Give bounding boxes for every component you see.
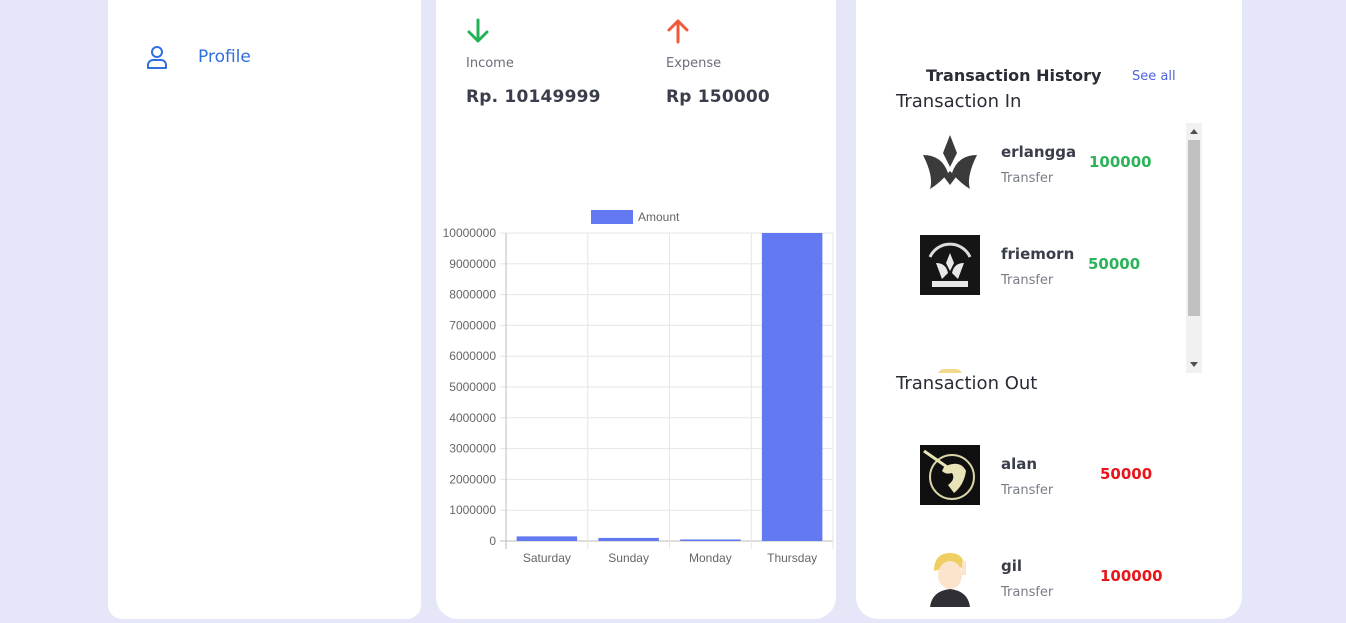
transaction-name: gil bbox=[1001, 557, 1023, 575]
bar-thursday bbox=[761, 233, 823, 541]
scroll-up-icon[interactable] bbox=[1190, 129, 1198, 134]
scrollbar-thumb[interactable] bbox=[1188, 140, 1200, 316]
transaction-name: alan bbox=[1001, 455, 1038, 473]
transaction-history-title: Transaction History bbox=[926, 66, 1102, 85]
sidebar: Profile bbox=[108, 0, 421, 619]
transaction-amount: 50000 bbox=[1088, 255, 1141, 273]
dashboard-card: Income Rp. 10149999 Expense Rp 150000 Am… bbox=[436, 0, 836, 619]
income-value: Rp. 10149999 bbox=[466, 87, 601, 107]
transaction-amount: 50000 bbox=[1100, 465, 1153, 483]
transaction-out-item[interactable]: alan Transfer 50000 bbox=[920, 445, 1180, 505]
transaction-type: Transfer bbox=[1001, 585, 1054, 600]
bar-saturday bbox=[516, 536, 578, 541]
scroll-down-icon[interactable] bbox=[1190, 362, 1198, 367]
legend-label: Amount bbox=[638, 210, 680, 224]
y-tick-label: 0 bbox=[489, 534, 496, 548]
income-label: Income bbox=[466, 56, 514, 71]
x-tick-label: Saturday bbox=[523, 551, 571, 565]
bar-monday bbox=[680, 539, 741, 541]
transaction-amount: 100000 bbox=[1089, 153, 1152, 171]
x-tick-label: Monday bbox=[689, 551, 732, 565]
y-tick-label: 9000000 bbox=[449, 257, 496, 271]
amount-bar-chart: Amount 0 1000000 2000000 3000000 4000000 50000… bbox=[443, 210, 834, 565]
sidebar-item-label: Profile bbox=[198, 47, 251, 67]
legend-swatch bbox=[591, 210, 633, 224]
avatar bbox=[920, 235, 980, 295]
income-summary: Income Rp. 10149999 bbox=[466, 18, 601, 107]
avatar bbox=[920, 133, 980, 193]
transaction-in-item[interactable]: erlangga Transfer 100000 bbox=[920, 133, 1180, 193]
avatar bbox=[920, 445, 980, 505]
transaction-in-item[interactable]: friemorn Transfer 50000 bbox=[920, 235, 1180, 295]
x-tick-label: Sunday bbox=[608, 551, 649, 565]
transaction-name: friemorn bbox=[1001, 245, 1075, 263]
y-tick-label: 2000000 bbox=[449, 472, 496, 486]
arrow-up-icon bbox=[667, 19, 689, 44]
bar-sunday bbox=[598, 537, 659, 541]
y-tick-label: 5000000 bbox=[449, 380, 496, 394]
transaction-history-card: Transaction History See all Transaction … bbox=[856, 0, 1242, 619]
y-tick-label: 10000000 bbox=[443, 226, 497, 240]
sidebar-item-profile[interactable]: Profile bbox=[146, 45, 251, 69]
y-tick-label: 6000000 bbox=[449, 349, 496, 363]
transaction-in-list[interactable]: erlangga Transfer 100000 friemorn Transf… bbox=[896, 123, 1202, 373]
y-tick-label: 1000000 bbox=[449, 503, 496, 517]
expense-label: Expense bbox=[666, 56, 722, 71]
y-tick-label: 8000000 bbox=[449, 288, 496, 302]
transaction-type: Transfer bbox=[1001, 483, 1054, 498]
user-icon bbox=[147, 46, 167, 69]
see-all-link[interactable]: See all bbox=[1132, 69, 1176, 84]
y-tick-label: 7000000 bbox=[449, 318, 496, 332]
transaction-type: Transfer bbox=[1001, 171, 1054, 186]
y-tick-label: 3000000 bbox=[449, 442, 496, 456]
expense-summary: Expense Rp 150000 bbox=[666, 18, 770, 107]
y-tick-label: 4000000 bbox=[449, 411, 496, 425]
transaction-in-title: Transaction In bbox=[896, 91, 1022, 112]
transaction-out-item[interactable]: gil Transfer 100000 bbox=[920, 547, 1180, 607]
arrow-down-icon bbox=[467, 18, 489, 43]
transaction-amount: 100000 bbox=[1100, 567, 1163, 585]
avatar bbox=[920, 547, 980, 607]
transaction-out-title: Transaction Out bbox=[896, 373, 1038, 394]
expense-value: Rp 150000 bbox=[666, 87, 770, 107]
transaction-name: erlangga bbox=[1001, 143, 1077, 161]
scrollbar[interactable] bbox=[1186, 123, 1202, 373]
x-tick-label: Thursday bbox=[767, 551, 817, 565]
transaction-type: Transfer bbox=[1001, 273, 1054, 288]
